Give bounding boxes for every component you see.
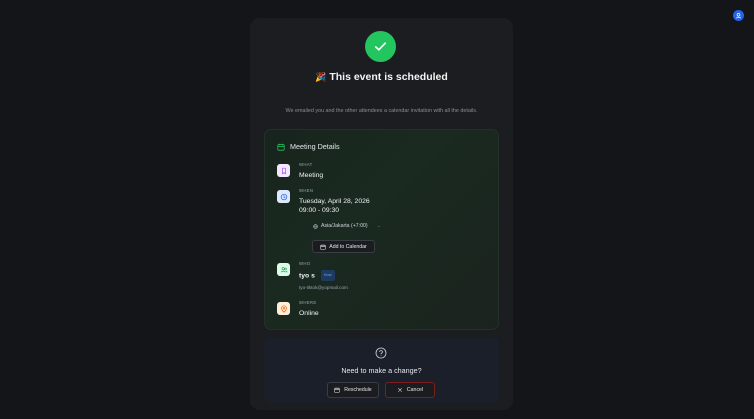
host-badge: Host	[320, 270, 335, 281]
meeting-details-heading: Meeting Details	[277, 142, 340, 151]
map-pin-icon	[277, 302, 290, 315]
cancel-button[interactable]: Cancel	[385, 382, 435, 398]
where-label: WHERE	[299, 300, 317, 305]
where-value: Online	[299, 310, 319, 317]
party-icon: 🎉	[315, 72, 327, 82]
success-check-icon	[365, 31, 396, 62]
timezone-value: Asia/Jakarta (+7:00)	[321, 223, 368, 229]
when-date: Tuesday, April 28, 2026	[299, 198, 370, 205]
user-menu-icon[interactable]	[733, 10, 744, 21]
booking-success-card: 🎉 This event is scheduled We emailed you…	[250, 18, 513, 410]
calendar-plus-icon	[320, 244, 326, 250]
calendar-icon	[277, 143, 285, 151]
when-time: 09:00 - 09:30	[299, 207, 340, 214]
page-title: 🎉 This event is scheduled	[315, 71, 448, 83]
who-row: WHO tyo s Host tyo-tiktok@yopmail.com	[277, 261, 348, 290]
globe-icon	[313, 223, 318, 229]
where-row: WHERE Online	[277, 300, 319, 318]
when-row: WHEN Tuesday, April 28, 2026 09:00 - 09:…	[277, 188, 370, 215]
help-circle-icon	[375, 347, 387, 359]
when-label: WHEN	[299, 188, 314, 193]
page-subtitle: We emailed you and the other attendees a…	[285, 108, 478, 114]
users-icon	[277, 263, 290, 276]
close-icon	[398, 388, 402, 392]
bookmark-icon	[277, 164, 290, 177]
calendar-icon	[334, 387, 340, 393]
what-value: Meeting	[299, 172, 324, 179]
what-label: WHAT	[299, 162, 313, 167]
meeting-details-panel: Meeting Details WHAT Meeting WHEN Tuesda…	[264, 129, 499, 330]
who-label: WHO	[299, 261, 311, 266]
attendee-email: tyo-tiktok@yopmail.com	[299, 285, 348, 290]
timezone-selector[interactable]: Asia/Jakarta (+7:00) ⌄	[313, 223, 381, 229]
add-to-calendar-button[interactable]: Add to Calendar	[312, 240, 375, 253]
chevron-down-icon: ⌄	[376, 223, 381, 229]
change-booking-panel: Need to make a change? Reschedule Cancel	[264, 337, 499, 403]
clock-icon	[277, 190, 290, 203]
reschedule-button[interactable]: Reschedule	[327, 382, 379, 398]
change-prompt: Need to make a change?	[341, 366, 422, 375]
attendee-name: tyo s	[299, 272, 315, 280]
what-row: WHAT Meeting	[277, 162, 323, 180]
